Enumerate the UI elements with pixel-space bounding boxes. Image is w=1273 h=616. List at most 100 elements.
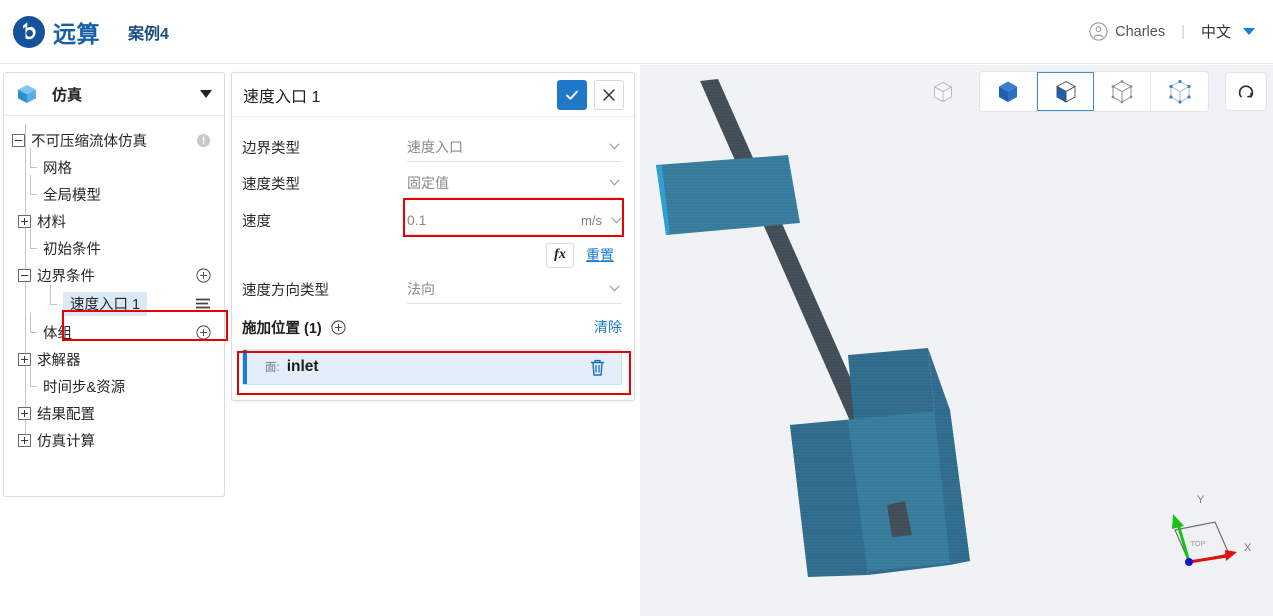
field-velocity: 速度 0.1 m/s (242, 201, 622, 239)
tree-node-actions (195, 298, 211, 310)
chevron-down-icon[interactable] (200, 90, 212, 98)
top-bar-divider: | (1181, 23, 1185, 40)
yuansuan-logo-icon (13, 15, 45, 48)
tree-node-material[interactable]: 材料 (4, 208, 224, 235)
expand-toggle-icon[interactable] (18, 353, 31, 366)
trash-icon[interactable] (589, 358, 606, 377)
tree-node-initial-condition[interactable]: 初始条件 (4, 229, 224, 262)
sidebar-item-velocity-inlet-1[interactable]: 速度入口 1 (4, 284, 224, 319)
chevron-down-icon[interactable] (609, 179, 620, 186)
tree-node-actions (196, 133, 211, 148)
tree-elbow (24, 229, 37, 262)
case-title: 案例4 (128, 25, 169, 43)
clear-link[interactable]: 清除 (594, 317, 622, 337)
gizmo-face-label: TOP (1190, 539, 1205, 548)
panel-header-buttons (557, 79, 624, 110)
tree-node-boundary-condition[interactable]: 边界条件 (4, 262, 224, 289)
axis-orientation-gizmo[interactable]: Y X TOP (1145, 486, 1265, 576)
tree-body: 不可压缩流体仿真 网格 全局模型 材料 初始条件 边界条件 速度入口 1 体组 … (4, 116, 224, 454)
brand-logo[interactable]: 远算 (12, 15, 100, 49)
velocity-unit-select[interactable]: m/s (560, 213, 622, 228)
field-value: 0.1 (407, 211, 427, 228)
field-label: 速度 (242, 213, 271, 230)
formula-button[interactable]: fx (546, 242, 574, 268)
chevron-down-icon[interactable] (609, 285, 620, 292)
tree-node-label: 求解器 (37, 353, 81, 369)
velocity-direction-select[interactable]: 法向 (407, 274, 622, 304)
tree-node-solver[interactable]: 求解器 (4, 346, 224, 373)
boundary-type-select[interactable]: 速度入口 (407, 132, 622, 162)
tree-node-label: 结果配置 (37, 407, 95, 423)
hamburger-icon[interactable] (195, 298, 211, 310)
plus-circle-icon[interactable] (196, 325, 211, 340)
close-icon (603, 88, 615, 101)
apply-location-title: 施加位置 (1) (242, 320, 322, 337)
collapse-toggle-icon[interactable] (18, 269, 31, 282)
tree-node-label: 网格 (43, 161, 72, 177)
field-unit: m/s (581, 212, 602, 228)
apply-location-header: 施加位置 (1) 清除 (242, 313, 622, 341)
list-item[interactable]: 面: inlet (242, 349, 622, 385)
solid-edges-cube-icon[interactable] (1037, 72, 1094, 111)
apply-location-section: 施加位置 (1) 清除 面: inlet (232, 307, 634, 385)
tree-elbow (24, 175, 37, 208)
points-cube-icon[interactable] (1151, 72, 1208, 111)
3d-viewport[interactable]: Y X TOP (640, 65, 1273, 616)
reset-link[interactable]: 重置 (586, 245, 620, 265)
tree-node-label: 材料 (37, 215, 66, 231)
expand-toggle-icon[interactable] (18, 434, 31, 447)
warning-icon[interactable] (196, 133, 211, 148)
language-selector-label[interactable]: 中文 (1201, 21, 1231, 42)
expand-toggle-icon[interactable] (18, 407, 31, 420)
velocity-actions-row: fx 重置 (242, 239, 622, 271)
tree-node-result-config[interactable]: 结果配置 (4, 400, 224, 427)
gizmo-y-label: Y (1197, 494, 1205, 506)
outline-cube-icon[interactable] (1094, 72, 1151, 111)
user-avatar-icon (1089, 22, 1108, 41)
field-velocity-type: 速度类型 固定值 (242, 165, 622, 201)
tree-node-label: 不可压缩流体仿真 (31, 134, 147, 150)
tree-node-mesh[interactable]: 网格 (4, 148, 224, 181)
collapse-toggle-icon[interactable] (12, 134, 25, 147)
tree-node-body-group[interactable]: 体组 (4, 313, 224, 346)
tree-node-label: 时间步&资源 (43, 380, 126, 396)
reset-view-icon[interactable] (1225, 72, 1267, 111)
cube-icon (18, 85, 36, 103)
display-mode-group (979, 71, 1209, 112)
wireframe-cube-icon[interactable] (923, 72, 963, 112)
tree-header-label: 仿真 (52, 86, 83, 104)
velocity-inlet-property-panel: 速度入口 1 边界类型 速度入口 速度类型 固定值 速度 0.1 m/s fx … (231, 72, 635, 401)
tree-node-root[interactable]: 不可压缩流体仿真 (4, 127, 224, 154)
tree-node-label: 速度入口 1 (63, 292, 148, 316)
tree-node-simulation-run[interactable]: 仿真计算 (4, 427, 224, 454)
tree-node-label: 边界条件 (37, 269, 95, 285)
field-velocity-direction-type: 速度方向类型 法向 (242, 271, 622, 307)
solid-cube-icon[interactable] (980, 72, 1037, 111)
field-label: 速度类型 (242, 176, 300, 193)
cancel-button[interactable] (594, 79, 624, 110)
user-name[interactable]: Charles (1115, 24, 1165, 40)
field-label: 速度方向类型 (242, 282, 329, 299)
tree-node-label: 仿真计算 (37, 434, 95, 450)
plus-circle-icon[interactable] (331, 319, 346, 335)
tree-node-actions (196, 325, 211, 340)
chevron-down-icon[interactable] (1243, 28, 1255, 35)
page-title: 速度入口 1 (243, 88, 321, 106)
top-bar: 远算 案例4 Charles | 中文 (0, 0, 1273, 64)
panel-body: 边界类型 速度入口 速度类型 固定值 速度 0.1 m/s fx 重置 速度方向… (232, 117, 634, 307)
velocity-input[interactable]: 0.1 (407, 205, 560, 235)
field-boundary-type: 边界类型 速度入口 (242, 129, 622, 165)
field-value: 速度入口 (407, 138, 463, 155)
item-type-label: 面: (265, 362, 280, 374)
application-root: 远算 案例4 Charles | 中文 仿真 不可压缩流体仿真 网格 全局模型 … (0, 0, 1273, 616)
chevron-down-icon[interactable] (611, 216, 622, 224)
expand-toggle-icon[interactable] (18, 215, 31, 228)
confirm-button[interactable] (557, 79, 587, 110)
tree-elbow (44, 284, 57, 318)
tree-node-global-model[interactable]: 全局模型 (4, 175, 224, 208)
tree-header[interactable]: 仿真 (4, 73, 224, 116)
chevron-down-icon[interactable] (609, 143, 620, 150)
velocity-type-select[interactable]: 固定值 (407, 168, 622, 198)
plus-circle-icon[interactable] (196, 268, 211, 283)
tree-node-timestep-resource[interactable]: 时间步&资源 (4, 367, 224, 400)
